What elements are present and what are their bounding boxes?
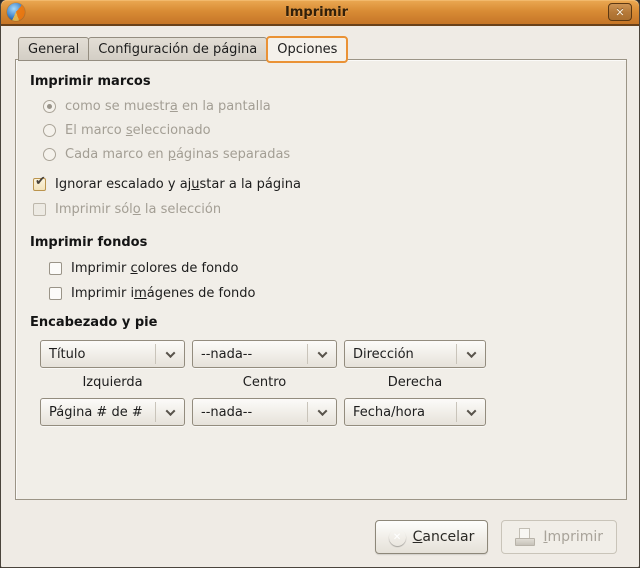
selection-only-label: Imprimir sólo la selección xyxy=(55,202,221,217)
header-footer-section-title: Encabezado y pie xyxy=(30,315,612,330)
firefox-icon xyxy=(7,3,25,21)
tab-bar: General Configuración de página Opciones xyxy=(18,36,639,61)
chevron-down-icon[interactable] xyxy=(156,399,184,425)
radio-as-laid-out[interactable]: como se muestra en la pantalla xyxy=(43,99,612,114)
ignore-scaling-label: Ignorar escalado y ajustar a la página xyxy=(55,177,301,192)
print-dialog-window: Imprimir ✕ General Configuración de pági… xyxy=(0,0,640,568)
checkbox-icon[interactable]: ✔ xyxy=(49,262,62,275)
cancel-button-label: Cancelar xyxy=(413,529,475,545)
print-frames-section-title: Imprimir marcos xyxy=(30,74,612,89)
footer-left-dropdown[interactable]: Página # de # xyxy=(40,398,185,426)
titlebar[interactable]: Imprimir ✕ xyxy=(1,0,639,26)
cancel-icon: ✕ xyxy=(389,529,406,546)
header-center-value: --nada-- xyxy=(193,341,307,367)
footer-center-dropdown[interactable]: --nada-- xyxy=(192,398,337,426)
options-tab-panel: Imprimir marcos como se muestra en la pa… xyxy=(15,59,627,500)
close-icon[interactable]: ✕ xyxy=(608,3,632,21)
print-bg-images-label: Imprimir imágenes de fondo xyxy=(71,286,255,301)
chevron-down-icon[interactable] xyxy=(457,341,485,367)
footer-right-value: Fecha/hora xyxy=(345,399,456,425)
chevron-down-icon[interactable] xyxy=(457,399,485,425)
checkbox-icon[interactable]: ✔ xyxy=(33,178,46,191)
column-label-right: Derecha xyxy=(344,368,486,398)
print-button[interactable]: Imprimir xyxy=(501,520,617,554)
radio-button-icon[interactable] xyxy=(43,124,56,137)
checkbox-icon[interactable]: ✔ xyxy=(33,203,46,216)
window-title: Imprimir xyxy=(25,5,608,20)
header-left-dropdown[interactable]: Título xyxy=(40,340,185,368)
checkbox-icon[interactable]: ✔ xyxy=(49,287,62,300)
print-bg-colors-label: Imprimir colores de fondo xyxy=(71,261,238,276)
chevron-down-icon[interactable] xyxy=(156,341,184,367)
footer-right-dropdown[interactable]: Fecha/hora xyxy=(344,398,486,426)
chevron-down-icon[interactable] xyxy=(308,341,336,367)
radio-selected-frame[interactable]: El marco seleccionado xyxy=(43,123,612,138)
header-left-value: Título xyxy=(41,341,155,367)
checkbox-print-bg-colors[interactable]: ✔ Imprimir colores de fondo xyxy=(49,260,612,276)
tab-options[interactable]: Opciones xyxy=(266,36,348,63)
chevron-down-icon[interactable] xyxy=(308,399,336,425)
checkmark-icon: ✔ xyxy=(35,174,46,189)
header-right-value: Dirección xyxy=(345,341,456,367)
radio-selected-frame-label: El marco seleccionado xyxy=(65,123,211,138)
footer-center-value: --nada-- xyxy=(193,399,307,425)
header-center-dropdown[interactable]: --nada-- xyxy=(192,340,337,368)
tab-general[interactable]: General xyxy=(18,37,89,61)
radio-as-laid-out-label: como se muestra en la pantalla xyxy=(65,99,271,114)
radio-button-icon[interactable] xyxy=(43,100,56,113)
header-right-dropdown[interactable]: Dirección xyxy=(344,340,486,368)
printer-icon xyxy=(515,528,536,546)
radio-each-frame[interactable]: Cada marco en páginas separadas xyxy=(43,147,612,162)
column-label-center: Centro xyxy=(192,368,337,398)
tab-page-setup[interactable]: Configuración de página xyxy=(88,37,267,61)
header-footer-grid: Título --nada-- Dirección Izquierda Cent… xyxy=(40,340,612,426)
radio-button-icon[interactable] xyxy=(43,148,56,161)
checkbox-print-bg-images[interactable]: ✔ Imprimir imágenes de fondo xyxy=(49,285,612,301)
checkbox-selection-only[interactable]: ✔ Imprimir sólo la selección xyxy=(33,201,612,217)
radio-each-frame-label: Cada marco en páginas separadas xyxy=(65,147,290,162)
print-backgrounds-section-title: Imprimir fondos xyxy=(30,235,612,250)
column-label-left: Izquierda xyxy=(40,368,185,398)
footer-left-value: Página # de # xyxy=(41,399,155,425)
checkbox-ignore-scaling[interactable]: ✔ Ignorar escalado y ajustar a la página xyxy=(33,176,612,192)
cancel-button[interactable]: ✕ Cancelar xyxy=(375,520,489,554)
dialog-button-row: ✕ Cancelar Imprimir xyxy=(375,520,617,554)
print-button-label: Imprimir xyxy=(543,529,603,545)
